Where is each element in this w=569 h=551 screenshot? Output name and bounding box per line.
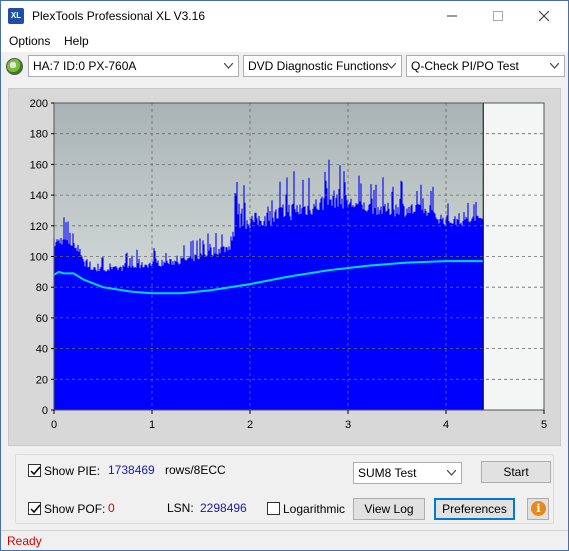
checkmark-icon xyxy=(30,466,41,476)
menu-options[interactable]: Options xyxy=(9,34,50,48)
show-pof-label: Show POF: xyxy=(44,502,106,516)
y-tick-label: 200 xyxy=(30,98,48,110)
function-select-value: DVD Diagnostic Functions xyxy=(248,59,389,73)
info-button[interactable]: i xyxy=(527,498,549,520)
view-log-label: View Log xyxy=(364,502,414,516)
x-tick-label: 1 xyxy=(149,419,155,431)
minimize-icon xyxy=(447,15,457,17)
x-tick-label: 4 xyxy=(443,419,449,431)
logarithmic-label: Logarithmic xyxy=(283,502,346,516)
drive-select[interactable]: HA:7 ID:0 PX-760A xyxy=(28,55,239,77)
y-tick-label: 140 xyxy=(30,190,48,202)
view-log-button[interactable]: View Log xyxy=(353,498,425,520)
drive-select-value: HA:7 ID:0 PX-760A xyxy=(33,59,137,73)
info-icon: i xyxy=(531,501,546,516)
y-tick-label: 180 xyxy=(30,129,48,141)
maximize-icon xyxy=(493,11,503,21)
start-button-label: Start xyxy=(503,465,529,479)
window-title: PlexTools Professional XL V3.16 xyxy=(32,9,205,23)
test-mode-select[interactable]: SUM8 Test xyxy=(353,462,462,484)
show-pie-label: Show PIE: xyxy=(44,464,101,478)
x-tick-label: 0 xyxy=(51,419,57,431)
function-select[interactable]: DVD Diagnostic Functions xyxy=(243,55,402,77)
chevron-down-icon xyxy=(224,63,233,69)
chevron-down-icon xyxy=(550,63,559,69)
y-tick-label: 120 xyxy=(30,221,48,233)
app-logo-icon: XL xyxy=(8,8,24,24)
maximize-button[interactable] xyxy=(475,1,521,31)
test-select[interactable]: Q-Check PI/PO Test xyxy=(406,55,565,77)
preferences-button[interactable]: Preferences xyxy=(434,498,515,520)
app-window: XL PlexTools Professional XL V3.16 Optio… xyxy=(0,0,569,551)
checkmark-icon xyxy=(30,504,41,514)
drive-disc-icon xyxy=(6,58,23,75)
menu-help[interactable]: Help xyxy=(64,34,89,48)
y-tick-label: 20 xyxy=(36,374,48,386)
x-tick-label: 2 xyxy=(247,419,253,431)
y-tick-label: 160 xyxy=(30,159,48,171)
close-icon xyxy=(538,10,550,22)
preferences-label: Preferences xyxy=(442,502,507,516)
pie-value: 1738469 xyxy=(108,463,155,477)
chart-panel: 0 20 40 60 80 100 120 140 160 180 200 0 1 2 3 4 5 xyxy=(8,88,561,446)
pof-value: 0 xyxy=(108,501,115,515)
x-tick-label: 3 xyxy=(345,419,351,431)
logarithmic-checkbox[interactable] xyxy=(267,502,280,515)
chevron-down-icon xyxy=(387,63,396,69)
y-tick-label: 100 xyxy=(30,252,48,264)
pi-po-chart: 0 20 40 60 80 100 120 140 160 180 200 0 1 2 3 4 5 xyxy=(30,98,547,431)
test-mode-value: SUM8 Test xyxy=(358,466,417,480)
x-tick-label: 5 xyxy=(541,419,547,431)
pie-unit: rows/8ECC xyxy=(165,463,226,477)
test-select-value: Q-Check PI/PO Test xyxy=(411,59,519,73)
lsn-value: 2298496 xyxy=(200,501,247,515)
chevron-down-icon xyxy=(447,470,456,476)
status-text: Ready xyxy=(7,534,42,548)
y-tick-label: 60 xyxy=(36,313,48,325)
menu-bar: Options Help xyxy=(1,31,568,52)
toolbar: HA:7 ID:0 PX-760A DVD Diagnostic Functio… xyxy=(1,52,568,80)
lsn-label: LSN: xyxy=(167,501,194,515)
y-tick-label: 80 xyxy=(36,282,48,294)
show-pie-checkbox[interactable] xyxy=(28,464,41,477)
start-button[interactable]: Start xyxy=(481,461,551,483)
close-button[interactable] xyxy=(521,1,567,31)
y-tick-label: 40 xyxy=(36,344,48,356)
minimize-button[interactable] xyxy=(429,1,475,31)
title-bar: XL PlexTools Professional XL V3.16 xyxy=(1,1,568,31)
y-tick-label: 0 xyxy=(42,405,48,417)
status-bar: Ready xyxy=(1,530,568,550)
show-pof-checkbox[interactable] xyxy=(28,502,41,515)
